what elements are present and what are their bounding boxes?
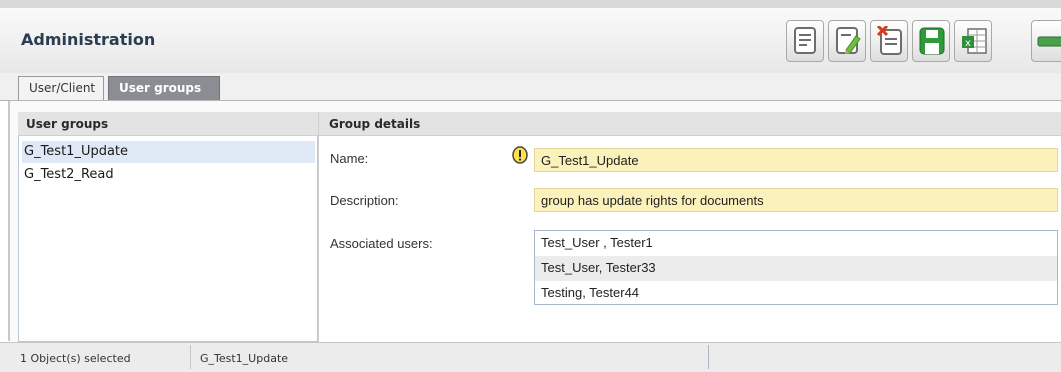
excel-export-icon: x <box>962 28 987 54</box>
svg-text:x: x <box>965 38 971 49</box>
tab-user-groups[interactable]: User groups <box>108 76 220 100</box>
selected-count-status: 1 Object(s) selected <box>20 352 131 365</box>
list-item[interactable]: Testing, Tester44 <box>535 281 1057 306</box>
description-label: Description: <box>330 193 399 208</box>
delete-document-icon <box>876 26 902 55</box>
save-icon <box>919 27 945 55</box>
tab-user-client[interactable]: User/Client <box>18 76 104 100</box>
description-field[interactable]: group has update rights for documents <box>534 188 1058 212</box>
list-item[interactable]: Test_User, Tester33 <box>535 256 1057 281</box>
page-title: Administration <box>21 30 156 49</box>
edit-document-icon <box>836 27 861 54</box>
group-details-header: Group details <box>318 112 1061 136</box>
green-bar-icon <box>1037 36 1061 47</box>
status-bar <box>0 342 1061 372</box>
save-button[interactable] <box>912 20 950 62</box>
status-divider <box>708 345 709 369</box>
warning-icon <box>512 146 528 167</box>
list-item[interactable]: Test_User , Tester1 <box>535 231 1057 256</box>
add-button[interactable] <box>1031 20 1061 62</box>
list-item[interactable]: G_Test2_Read <box>22 164 114 186</box>
name-field[interactable]: G_Test1_Update <box>534 148 1058 172</box>
edit-button[interactable] <box>828 20 866 62</box>
document-list-icon <box>794 27 816 54</box>
delete-button[interactable] <box>870 20 908 62</box>
user-groups-header: User groups <box>18 112 318 136</box>
list-item[interactable]: G_Test1_Update <box>22 141 315 163</box>
associated-users-label: Associated users: <box>330 236 433 251</box>
export-button[interactable]: x <box>954 20 992 62</box>
name-label: Name: <box>330 151 369 166</box>
list-button[interactable] <box>786 20 824 62</box>
status-divider <box>190 345 191 369</box>
selected-name-status: G_Test1_Update <box>200 352 289 365</box>
